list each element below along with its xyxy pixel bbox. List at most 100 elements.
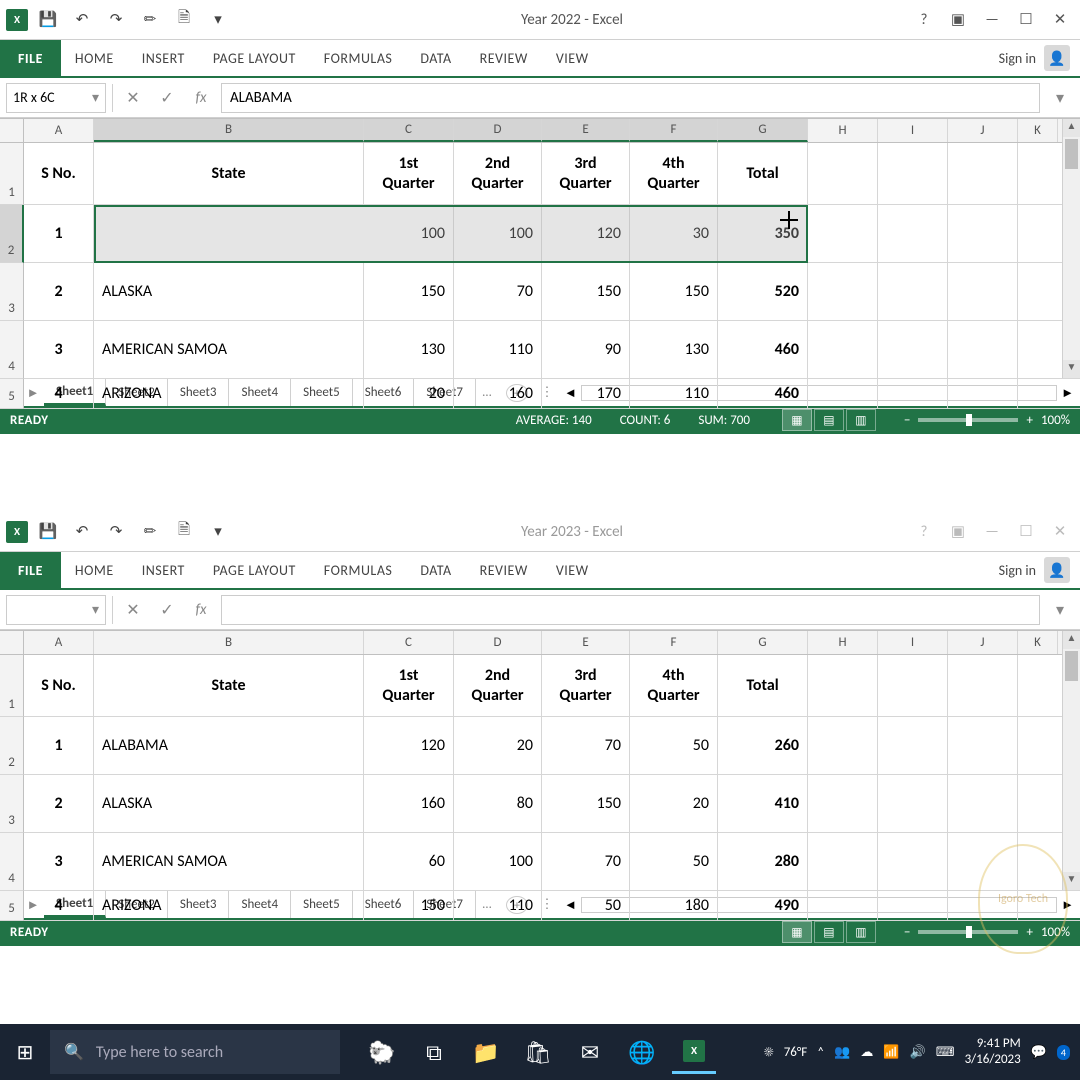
cell[interactable]: ALASKA: [94, 263, 364, 320]
cell[interactable]: 150: [542, 263, 630, 320]
maximize-icon[interactable]: ☐: [1014, 522, 1038, 541]
tab-review[interactable]: REVIEW: [466, 40, 542, 76]
cell[interactable]: 260: [718, 717, 808, 774]
header-state[interactable]: State: [94, 143, 364, 204]
name-box-dropdown-icon[interactable]: ▾: [92, 89, 99, 106]
zoom-out-icon[interactable]: −: [904, 925, 910, 940]
cell[interactable]: 130: [630, 321, 718, 378]
cell-blank[interactable]: [808, 775, 878, 832]
file-explorer-icon[interactable]: 📁: [464, 1030, 508, 1074]
scroll-up-icon[interactable]: ▲: [1063, 119, 1080, 137]
cell[interactable]: 1: [24, 205, 94, 262]
tab-view[interactable]: VIEW: [542, 40, 603, 76]
select-all-corner[interactable]: [0, 631, 24, 654]
cell[interactable]: 70: [542, 833, 630, 890]
col-header-g[interactable]: G: [718, 119, 808, 142]
scroll-up-icon[interactable]: ▲: [1063, 631, 1080, 649]
scroll-thumb[interactable]: [1065, 139, 1078, 169]
weather-icon[interactable]: ☀: [764, 1045, 774, 1060]
scroll-thumb[interactable]: [1065, 651, 1078, 681]
col-header-a[interactable]: A: [24, 631, 94, 654]
col-header-d[interactable]: D: [454, 119, 542, 142]
cell[interactable]: 2: [24, 263, 94, 320]
zoom-control[interactable]: − + 100%: [904, 925, 1070, 940]
col-header-h[interactable]: H: [808, 631, 878, 654]
formula-input[interactable]: ALABAMA: [221, 83, 1040, 113]
formula-input[interactable]: [221, 595, 1040, 625]
cells[interactable]: S No. State 1st Quarter 2nd Quarter 3rd …: [24, 655, 1080, 921]
cell[interactable]: 100: [454, 833, 542, 890]
cell[interactable]: 410: [718, 775, 808, 832]
cell[interactable]: 150: [364, 263, 454, 320]
cell-blank[interactable]: [948, 891, 1018, 920]
zoom-slider[interactable]: [918, 418, 1018, 422]
start-button-icon[interactable]: ⊞: [0, 1024, 50, 1080]
cell-blank[interactable]: [878, 655, 948, 716]
tab-formulas[interactable]: FORMULAS: [310, 40, 407, 76]
row-header-5[interactable]: 5: [0, 379, 24, 409]
weather-text[interactable]: 76°F: [784, 1045, 808, 1060]
cell[interactable]: ALASKA: [94, 775, 364, 832]
row-header-3[interactable]: 3: [0, 775, 24, 833]
tab-insert[interactable]: INSERT: [128, 40, 199, 76]
cell[interactable]: 3: [24, 321, 94, 378]
cell[interactable]: 70: [454, 263, 542, 320]
col-header-a[interactable]: A: [24, 119, 94, 142]
cell[interactable]: 80: [454, 775, 542, 832]
row-header-1[interactable]: 1: [0, 655, 24, 717]
cell[interactable]: 110: [630, 379, 718, 408]
col-header-e[interactable]: E: [542, 119, 630, 142]
cell-blank[interactable]: [808, 717, 878, 774]
cell[interactable]: 4: [24, 891, 94, 920]
col-header-h[interactable]: H: [808, 119, 878, 142]
header-q4[interactable]: 4th Quarter: [630, 655, 718, 716]
cell[interactable]: 100: [454, 205, 542, 262]
zoom-slider[interactable]: [918, 930, 1018, 934]
cell[interactable]: 460: [718, 321, 808, 378]
network-icon[interactable]: 📶: [883, 1045, 899, 1060]
cell-blank[interactable]: [948, 263, 1018, 320]
col-header-d[interactable]: D: [454, 631, 542, 654]
cell-blank[interactable]: [878, 379, 948, 408]
tab-home[interactable]: HOME: [61, 40, 128, 76]
scroll-down-icon[interactable]: ▼: [1063, 872, 1080, 890]
taskbar-search[interactable]: 🔍 Type here to search: [50, 1030, 340, 1074]
cell[interactable]: 150: [364, 891, 454, 920]
redo-icon[interactable]: ↷: [102, 6, 130, 34]
minimize-icon[interactable]: —: [980, 523, 1004, 541]
cell[interactable]: 180: [630, 891, 718, 920]
formula-expand-icon[interactable]: ▾: [1046, 600, 1074, 620]
cell[interactable]: 150: [630, 263, 718, 320]
sign-in[interactable]: Sign in 👤: [999, 552, 1080, 588]
cell[interactable]: AMERICAN SAMOA: [94, 833, 364, 890]
header-sno[interactable]: S No.: [24, 143, 94, 204]
tab-page-layout[interactable]: PAGE LAYOUT: [199, 40, 310, 76]
tab-data[interactable]: DATA: [406, 552, 465, 588]
name-box-dropdown-icon[interactable]: ▾: [92, 601, 99, 618]
col-header-j[interactable]: J: [948, 631, 1018, 654]
cell[interactable]: 120: [542, 205, 630, 262]
row-header-2[interactable]: 2: [0, 205, 24, 263]
header-q3[interactable]: 3rd Quarter: [542, 143, 630, 204]
zoom-in-icon[interactable]: +: [1026, 925, 1032, 940]
cell-blank[interactable]: [948, 775, 1018, 832]
cell[interactable]: 120: [364, 717, 454, 774]
qat-dropdown-icon[interactable]: ▾: [204, 518, 232, 546]
cell[interactable]: AMERICAN SAMOA: [94, 321, 364, 378]
cell[interactable]: 460: [718, 379, 808, 408]
cell[interactable]: 20: [454, 717, 542, 774]
col-header-g[interactable]: G: [718, 631, 808, 654]
cell-blank[interactable]: [948, 717, 1018, 774]
cell[interactable]: 110: [454, 321, 542, 378]
cell-blank[interactable]: [878, 263, 948, 320]
cell-blank[interactable]: [948, 143, 1018, 204]
notifications-icon[interactable]: 💬: [1031, 1045, 1047, 1060]
cell[interactable]: 160: [454, 379, 542, 408]
tab-view[interactable]: VIEW: [542, 552, 603, 588]
mail-icon[interactable]: ✉: [568, 1030, 612, 1074]
header-q3[interactable]: 3rd Quarter: [542, 655, 630, 716]
cell-blank[interactable]: [948, 205, 1018, 262]
col-header-e[interactable]: E: [542, 631, 630, 654]
tab-home[interactable]: HOME: [61, 552, 128, 588]
cell[interactable]: 280: [718, 833, 808, 890]
